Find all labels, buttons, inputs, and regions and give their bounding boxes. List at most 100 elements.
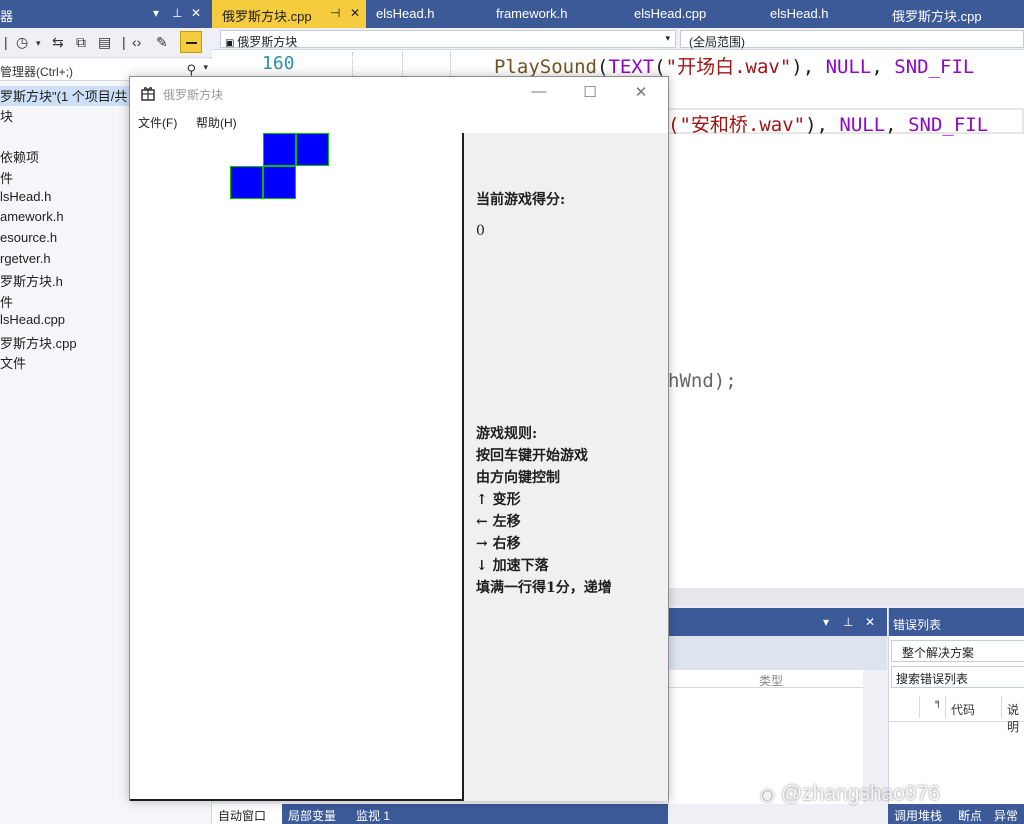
editor-horizontal-scrollbar[interactable] [668,588,1024,606]
project-dropdown[interactable]: ▣ 俄罗斯方块 ▾ [220,30,676,49]
code-macro: NULL [825,56,872,78]
code-punct: ( [654,56,666,78]
tree-item-file[interactable]: rgetver.h [0,251,51,271]
menu-file[interactable]: 文件(F) [138,114,177,131]
tab-framework-h[interactable]: framework.h [486,0,624,28]
tree-item-dependencies[interactable]: 依赖项 [0,147,39,167]
project-name: 俄罗斯方块 [237,35,298,49]
solution-explorer-title: 器 [0,9,14,24]
tree-item-label: 文件 [0,356,27,371]
code-punct: ), [791,56,826,78]
pin-icon[interactable]: ⊥ [843,615,853,629]
tree-item-file[interactable]: 罗斯方块.cpp [0,333,77,353]
close-icon[interactable]: ✕ [191,6,201,20]
search-options-dropdown-icon[interactable]: ▾ [203,62,208,73]
code-line-playsound-1: PlaySound(TEXT("开场白.wav"), NULL, SND_FIL [494,52,974,79]
rules-line: ← 左移 [476,514,521,530]
tree-item-file[interactable]: lsHead.cpp [0,312,65,332]
tree-item-file[interactable]: 罗斯方块.h [0,271,63,291]
tab-call-stack[interactable]: 调用堆栈 [888,804,952,824]
tab-breakpoints[interactable]: 断点 [952,804,988,824]
view-code-icon[interactable]: ‹› [132,34,141,50]
tree-item-label: 罗斯方块"(1 个项目/共 [0,89,128,104]
tab-label: elsHead.h [376,6,435,21]
collapse-all-icon[interactable]: ⧉ [76,34,86,51]
tab-elshead-cpp[interactable]: elsHead.cpp [624,0,760,28]
tab-locals[interactable]: 局部变量 [282,804,350,824]
tab-elshead-h-2[interactable]: elsHead.h [760,0,882,28]
tree-item-label: amework.h [0,209,64,224]
tree-item-header-folder[interactable]: 件 [0,168,13,188]
search-placeholder: 管理器(Ctrl+;) [0,65,73,79]
sync-icon[interactable]: ⇆ [52,34,64,51]
error-list-header: ╕ 代码 说明 [889,692,1024,734]
tab-label: 俄罗斯方块.cpp [222,9,312,24]
maximize-button[interactable]: ☐ [567,81,613,105]
game-board[interactable] [130,133,464,801]
window-title: 俄罗斯方块 [163,88,224,102]
code-punct: ), [805,114,840,136]
preview-toggle-button[interactable] [180,31,202,53]
close-button[interactable]: ✕ [618,81,664,105]
tetris-menubar: 文件(F) 帮助(H) [130,109,668,133]
tree-item-file[interactable]: esource.h [0,230,57,250]
minimize-button[interactable]: — [516,81,562,105]
code-macro: SND_FIL [908,114,989,136]
column-header-type[interactable]: 类型 [759,672,783,689]
tab-exceptions[interactable]: 异常 [988,804,1024,824]
properties-wrench-icon[interactable]: ✎ [156,34,168,51]
code-punct: ( [596,56,609,78]
tab-watch-1[interactable]: 监视 1 [350,804,406,824]
menu-help[interactable]: 帮助(H) [196,114,237,131]
tree-item-source-folder[interactable]: 件 [0,292,13,312]
watermark: ◉ @zhangshao976 [760,782,940,806]
toolbar-separator: | [122,34,126,50]
tab-autos[interactable]: 自动窗口 [212,804,282,824]
tab-label: framework.h [496,6,568,21]
tree-item-resource-folder[interactable]: 文件 [0,353,26,373]
tree-item-project[interactable]: 块 [0,106,13,126]
tetris-window[interactable]: 俄罗斯方块 — ☐ ✕ 文件(F) 帮助(H) 当前游戏得分: 0 游戏规则: … [129,76,669,801]
pin-icon[interactable]: ⊥ [172,6,182,20]
indent-guide [450,52,451,76]
panel-menu-icon[interactable]: ▾ [823,615,829,629]
history-dropdown-icon[interactable]: ▾ [36,38,41,49]
code-macro: TEXT [608,56,655,78]
tree-item-label: 块 [0,109,14,124]
error-scope-dropdown[interactable]: 整个解决方案 [891,640,1024,662]
tab-main-cpp-2[interactable]: 俄罗斯方块.cpp [882,0,1024,28]
tree-item-label: 罗斯方块.cpp [0,336,77,351]
tree-item-label: esource.h [0,230,58,245]
close-tab-icon[interactable]: ✕ [350,6,360,20]
indent-guide [352,52,353,76]
tetromino-block [263,133,296,166]
scope-dropdown[interactable]: (全局范围) [680,30,1024,49]
rules-line: → 右移 [476,536,521,552]
tree-item-label: 件 [0,295,14,310]
code-macro: NULL [839,114,886,136]
tetris-titlebar[interactable]: 俄罗斯方块 — ☐ ✕ [130,77,668,109]
tetromino-block [296,133,329,166]
pin-tab-icon[interactable]: ⊣ [330,6,340,20]
error-search-input[interactable]: 搜索错误列表 [891,666,1024,688]
tab-main-cpp[interactable]: 俄罗斯方块.cpp ⊣ ✕ [212,0,366,28]
filter-icon[interactable]: ╕ [935,697,942,708]
output-column-header: 类型 [669,670,863,688]
app-icon [141,87,155,101]
column-header-description[interactable]: 说明 [1007,701,1024,735]
debug-tab-strip-right: 调用堆栈 断点 异常 [888,804,1024,824]
tree-item-file[interactable]: amework.h [0,209,64,229]
column-header-code[interactable]: 代码 [951,701,975,718]
code-function: PlaySound [494,56,597,78]
show-all-files-icon[interactable]: ▤ [98,34,111,51]
history-icon[interactable]: ◷ [16,34,28,51]
watermark-text: @zhangshao976 [780,782,940,805]
close-icon[interactable]: ✕ [865,615,875,629]
tree-item-file[interactable]: lsHead.h [0,189,51,209]
panel-menu-icon[interactable]: ▾ [153,6,159,20]
debug-tab-strip: 自动窗口 局部变量 监视 1 [212,804,668,824]
indent-guide [402,52,403,76]
column-separator [1001,696,1002,718]
document-tab-strip: 俄罗斯方块.cpp ⊣ ✕ elsHead.h framework.h elsH… [212,0,1024,28]
tab-elshead-h[interactable]: elsHead.h [366,0,486,28]
